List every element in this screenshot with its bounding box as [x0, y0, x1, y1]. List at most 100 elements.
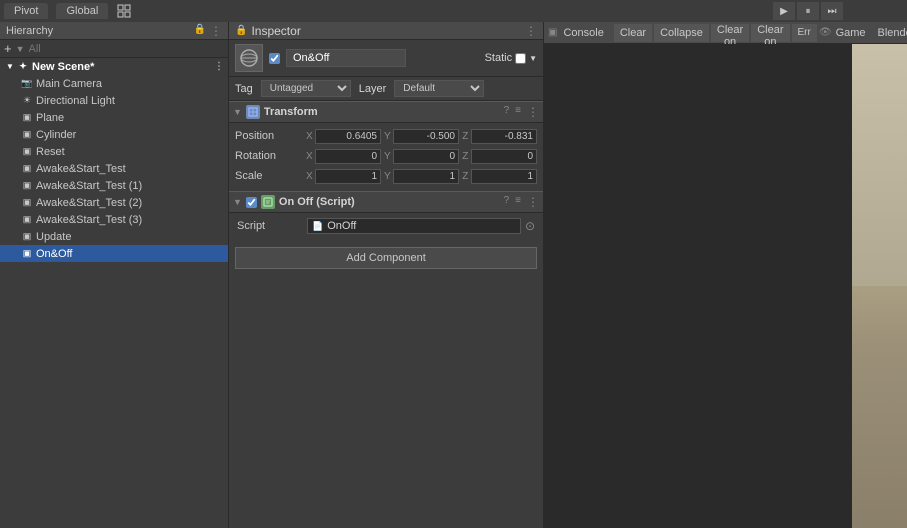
script-comp-icon — [261, 195, 275, 209]
layer-dropdown[interactable]: Default — [394, 80, 484, 97]
play-button[interactable]: ▶ — [773, 2, 795, 20]
hierarchy-item-reset[interactable]: ▣ Reset — [0, 143, 228, 160]
on-off-icon: ▣ — [20, 247, 34, 261]
awake-start-label: Awake&Start_Test — [36, 163, 126, 175]
console-header-right: 👁 Game Blended ⋮ — [819, 26, 907, 40]
inspector-header: 🔒 Inspector ⋮ — [229, 22, 543, 40]
script-help-icon[interactable]: ? — [504, 195, 510, 209]
transform-title: Transform — [264, 106, 318, 118]
scene-expand-arrow: ▼ — [4, 62, 16, 71]
inspector-menu-icon[interactable]: ⋮ — [525, 24, 537, 38]
object-name-input[interactable] — [286, 49, 406, 67]
position-row: Position X Y Z — [235, 127, 537, 145]
position-y-axis: Y — [383, 131, 392, 142]
position-x-field: X — [305, 129, 381, 144]
step-button[interactable]: ⏭ — [821, 2, 843, 20]
rotation-y-input[interactable] — [393, 149, 459, 164]
position-z-input[interactable] — [471, 129, 537, 144]
scale-z-input[interactable] — [471, 169, 537, 184]
play-controls: ▶ ⏸ ⏭ — [773, 2, 843, 20]
layer-label: Layer — [359, 83, 387, 95]
scene-root-label: New Scene* — [32, 61, 94, 73]
scale-fields: X Y Z — [305, 169, 537, 184]
position-x-input[interactable] — [315, 129, 381, 144]
transform-help-icon[interactable]: ? — [504, 105, 510, 119]
scale-x-input[interactable] — [315, 169, 381, 184]
transform-settings-icon[interactable]: ≡ — [515, 105, 521, 119]
position-fields: X Y Z — [305, 129, 537, 144]
collapse-button[interactable]: Collapse — [654, 24, 709, 42]
script-value-text: OnOff — [327, 220, 356, 232]
tag-dropdown[interactable]: Untagged — [261, 80, 351, 97]
awake-start-icon: ▣ — [20, 162, 34, 176]
awake-start-2-label: Awake&Start_Test (2) — [36, 197, 142, 209]
script-component-header[interactable]: ▼ On Off (Script) ? ≡ ⋮ — [229, 191, 543, 213]
object-active-checkbox[interactable] — [269, 53, 280, 64]
script-component-body: Script 📄 OnOff ⊙ — [229, 213, 543, 239]
scale-y-input[interactable] — [393, 169, 459, 184]
inspector-object-header: Static ▼ — [229, 40, 543, 77]
main-layout: Hierarchy 🔒 ⋮ + ▼ ▼ ✦ New Scene* ⋮ 📷 — [0, 22, 907, 528]
scene-root-item[interactable]: ▼ ✦ New Scene* ⋮ — [0, 58, 228, 75]
transform-menu-icon[interactable]: ⋮ — [527, 105, 539, 119]
hierarchy-item-awake-start[interactable]: ▣ Awake&Start_Test — [0, 160, 228, 177]
static-checkbox-group: Static ▼ — [485, 52, 537, 64]
hierarchy-item-awake-start-1[interactable]: ▣ Awake&Start_Test (1) — [0, 177, 228, 194]
script-target-icon[interactable]: ⊙ — [525, 219, 535, 233]
hierarchy-title: Hierarchy — [6, 25, 53, 37]
script-enabled-checkbox[interactable] — [246, 197, 257, 208]
blended-label: Blended — [878, 27, 907, 39]
add-dropdown-arrow[interactable]: ▼ — [16, 44, 25, 54]
hierarchy-lock-icon[interactable]: 🔒 — [194, 24, 206, 38]
script-settings-icon[interactable]: ≡ — [515, 195, 521, 209]
static-checkbox[interactable] — [515, 53, 526, 64]
hierarchy-item-cylinder[interactable]: ▣ Cylinder — [0, 126, 228, 143]
game-title: Game — [836, 27, 866, 39]
rotation-x-input[interactable] — [315, 149, 381, 164]
position-x-axis: X — [305, 131, 314, 142]
script-menu-icon[interactable]: ⋮ — [527, 195, 539, 209]
awake-start-3-label: Awake&Start_Test (3) — [36, 214, 142, 226]
scale-z-field: Z — [461, 169, 537, 184]
global-tab[interactable]: Global — [56, 3, 108, 19]
awake-start-3-icon: ▣ — [20, 213, 34, 227]
hierarchy-item-plane[interactable]: ▣ Plane — [0, 109, 228, 126]
script-component-title: On Off (Script) — [279, 196, 355, 208]
plane-label: Plane — [36, 112, 64, 124]
clear-on-play-button[interactable]: Clear on Play — [711, 24, 749, 42]
main-camera-icon: 📷 — [20, 77, 34, 91]
game-view-area — [852, 44, 907, 528]
transform-component-header[interactable]: ▼ Transform ? ≡ ⋮ — [229, 101, 543, 123]
position-y-input[interactable] — [393, 129, 459, 144]
hierarchy-menu-icon[interactable]: ⋮ — [210, 24, 222, 38]
inspector-lock-icon[interactable]: 🔒 — [235, 25, 247, 36]
rotation-z-input[interactable] — [471, 149, 537, 164]
eye-icon[interactable]: 👁 — [819, 27, 832, 38]
hierarchy-item-on-off[interactable]: ▣ On&Off — [0, 245, 228, 262]
hierarchy-item-update[interactable]: ▣ Update — [0, 228, 228, 245]
pivot-tab[interactable]: Pivot — [4, 3, 48, 19]
scale-x-axis: X — [305, 171, 314, 182]
position-z-field: Z — [461, 129, 537, 144]
scale-y-axis: Y — [383, 171, 392, 182]
hierarchy-item-awake-start-2[interactable]: ▣ Awake&Start_Test (2) — [0, 194, 228, 211]
pause-button[interactable]: ⏸ — [797, 2, 819, 20]
grid-icon[interactable] — [116, 3, 132, 19]
scale-z-axis: Z — [461, 171, 470, 182]
console-log-area — [544, 44, 852, 528]
hierarchy-search-input[interactable] — [29, 43, 224, 55]
update-label: Update — [36, 231, 71, 243]
rotation-row: Rotation X Y Z — [235, 147, 537, 165]
hierarchy-item-awake-start-3[interactable]: ▣ Awake&Start_Test (3) — [0, 211, 228, 228]
script-collapse-arrow: ▼ — [233, 197, 242, 207]
error-pause-button[interactable]: Err — [792, 24, 817, 42]
hierarchy-item-directional-light[interactable]: ☀ Directional Light — [0, 92, 228, 109]
add-component-button[interactable]: Add Component — [235, 247, 537, 269]
scene-menu-icon[interactable]: ⋮ — [214, 61, 228, 72]
console-game-area — [544, 44, 907, 528]
clear-button[interactable]: Clear — [614, 24, 652, 42]
clear-on-build-button[interactable]: Clear on Build — [751, 24, 789, 42]
add-hierarchy-button[interactable]: + — [4, 41, 12, 56]
static-dropdown-arrow[interactable]: ▼ — [529, 54, 537, 63]
hierarchy-item-main-camera[interactable]: 📷 Main Camera — [0, 75, 228, 92]
